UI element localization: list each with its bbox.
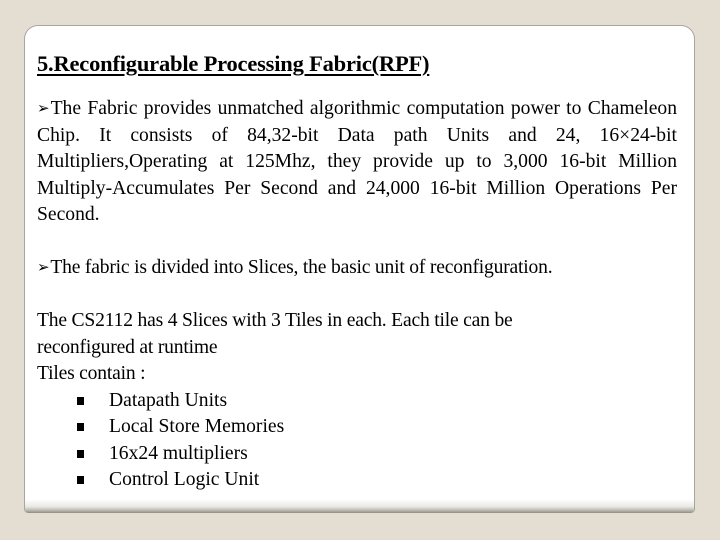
paragraph-tiles: The CS2112 has 4 Slices with 3 Tiles in …	[37, 308, 677, 494]
list-item: Local Store Memories	[37, 414, 677, 441]
square-bullet-icon	[77, 396, 84, 405]
arrow-bullet-icon: ➢	[37, 99, 50, 117]
list-item-text: Datapath Units	[109, 389, 228, 411]
paragraph-slices: ➢The fabric is divided into Slices, the …	[37, 254, 687, 282]
list-item: Datapath Units	[37, 388, 677, 415]
paragraph-fabric-overview: ➢The Fabric provides unmatched algorithm…	[37, 95, 677, 229]
square-bullet-icon	[77, 449, 84, 458]
tiles-line-2: reconfigured at runtime	[37, 336, 218, 358]
tiles-contain-label: Tiles contain :	[37, 363, 146, 384]
list-item-text: 16x24 multipliers	[109, 442, 248, 464]
square-bullet-icon	[77, 423, 84, 431]
list-item-text: Local Store Memories	[109, 416, 285, 437]
paragraph-fabric-overview-text: The Fabric provides unmatched algorithmi…	[37, 98, 677, 225]
list-item-text: Control Logic Unit	[109, 469, 260, 490]
list-item: 16x24 multipliers	[37, 441, 677, 468]
card-bottom-shadow	[25, 499, 694, 513]
content-card: 5.Reconfigurable Processing Fabric(RPF) …	[24, 25, 695, 513]
square-bullet-icon	[77, 476, 84, 484]
tile-contents-list: Datapath Units Local Store Memories 16x2…	[37, 388, 677, 494]
arrow-bullet-icon: ➢	[37, 258, 50, 276]
tiles-line-1: The CS2112 has 4 Slices with 3 Tiles in …	[37, 310, 513, 331]
slide-title: 5.Reconfigurable Processing Fabric(RPF)	[37, 51, 430, 76]
slide: 5.Reconfigurable Processing Fabric(RPF) …	[0, 0, 720, 540]
paragraph-slices-text: The fabric is divided into Slices, the b…	[50, 257, 553, 278]
list-item: Control Logic Unit	[37, 467, 677, 494]
